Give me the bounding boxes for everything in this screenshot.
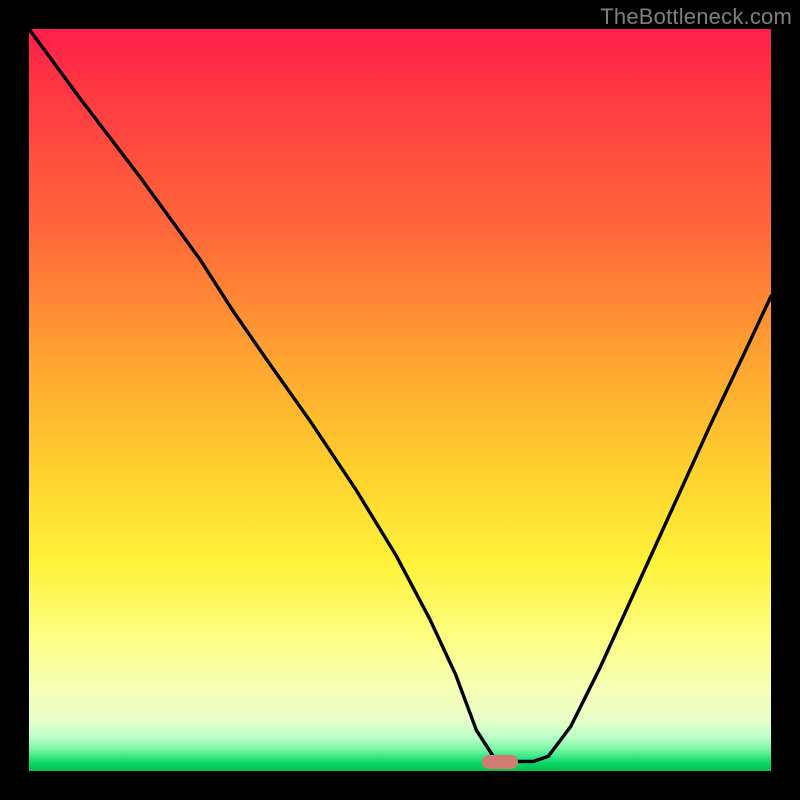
watermark-text: TheBottleneck.com: [600, 4, 792, 30]
curve-path: [29, 29, 771, 761]
plot-area: [29, 29, 771, 771]
bottleneck-curve: [29, 29, 771, 771]
chart-frame: TheBottleneck.com: [0, 0, 800, 800]
